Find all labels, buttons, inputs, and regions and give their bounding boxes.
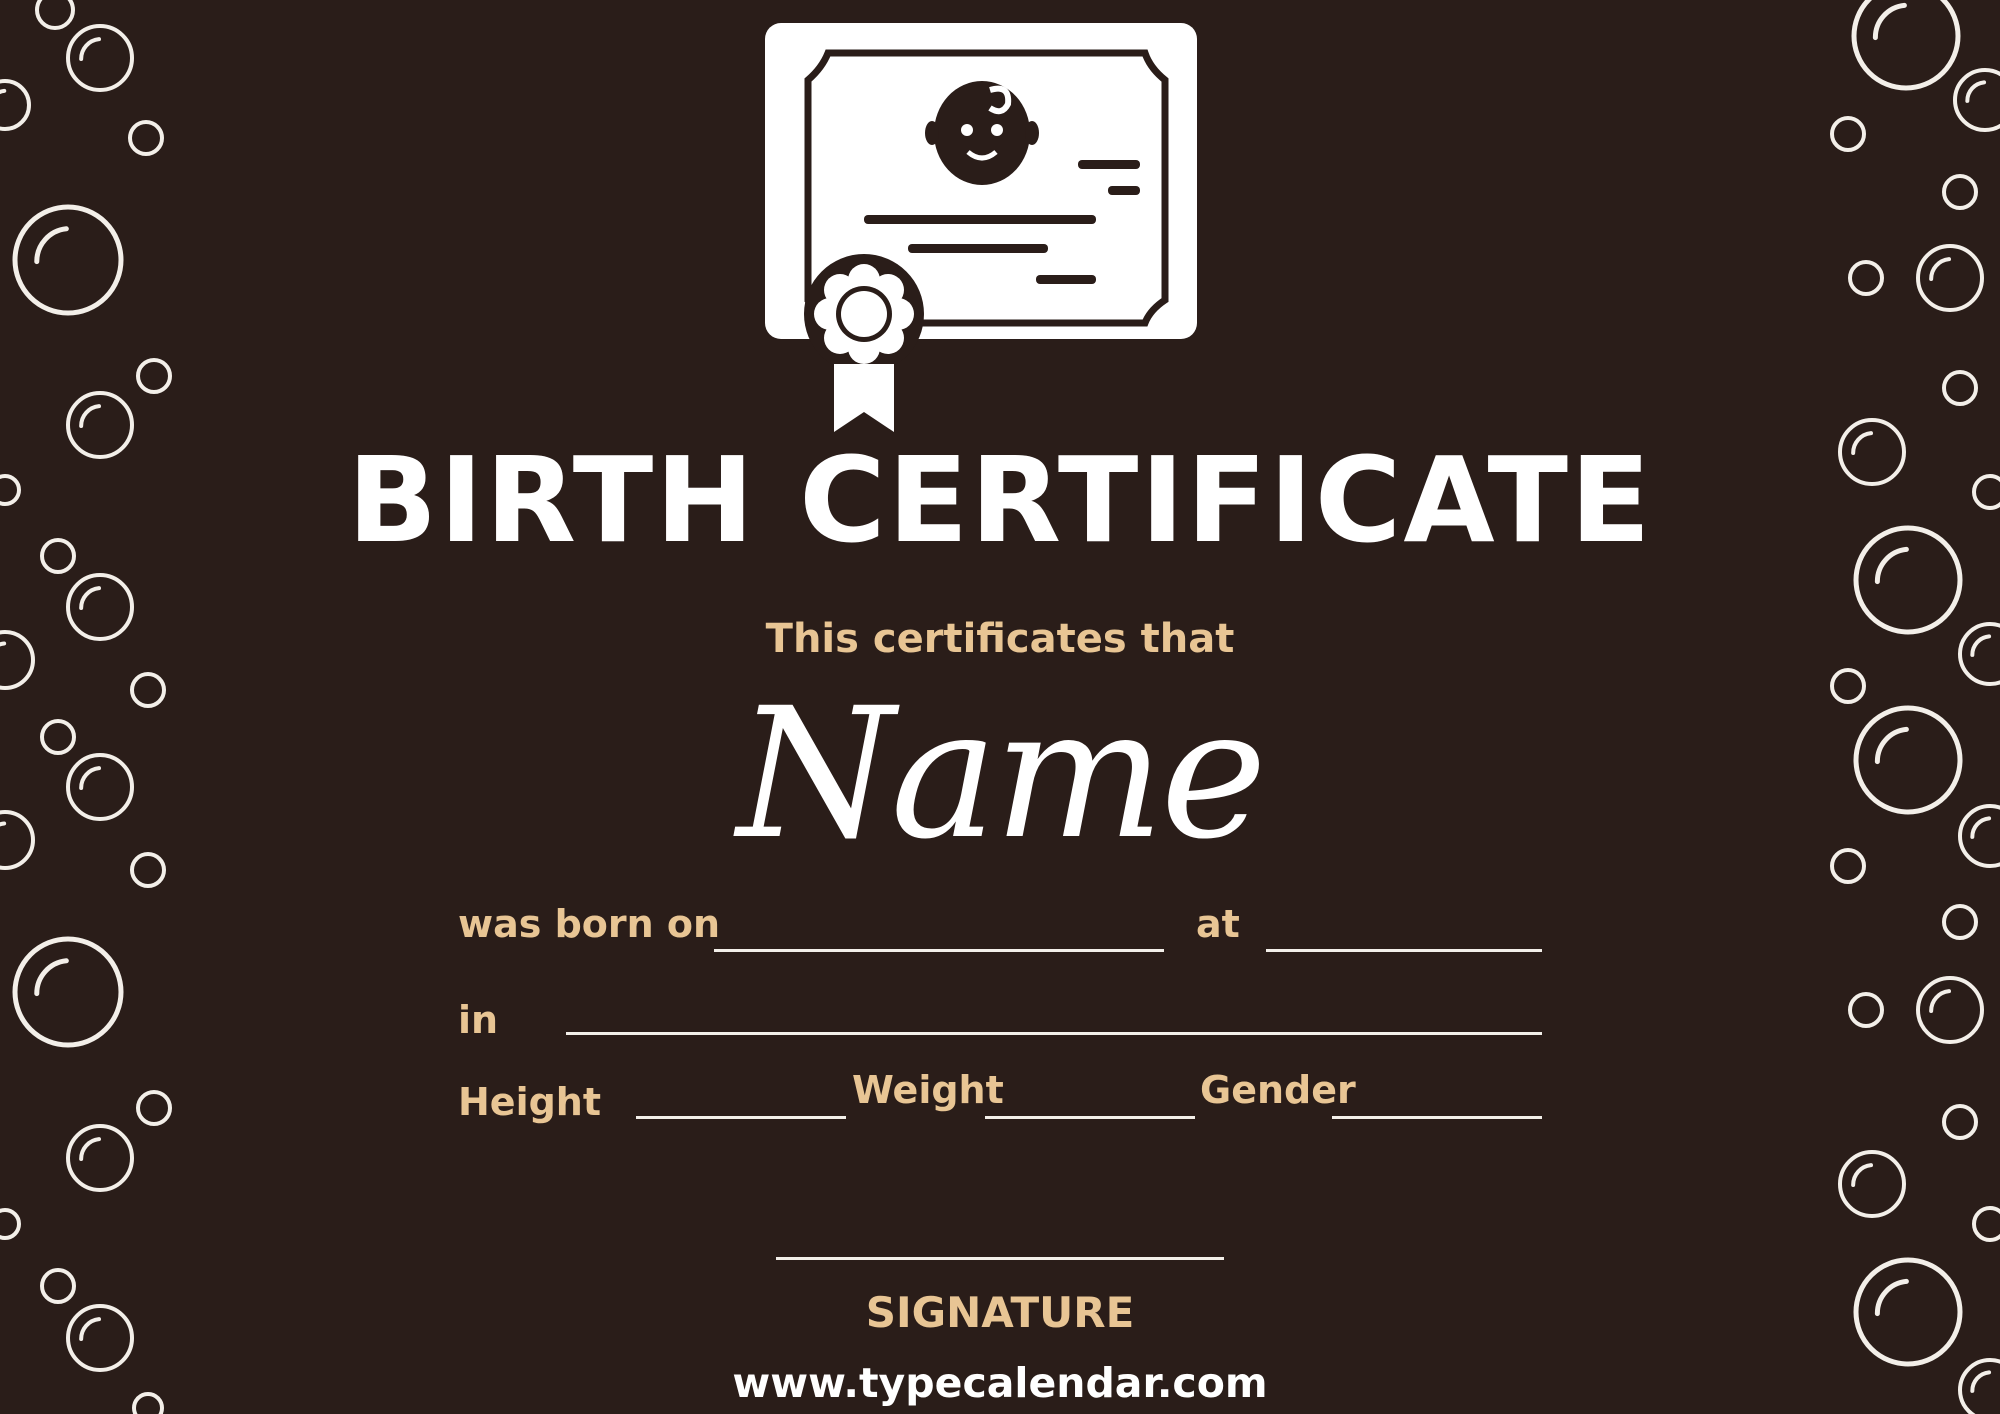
born-on-field-line[interactable] <box>714 949 1164 952</box>
height-label: Height <box>458 1080 602 1124</box>
bubble-icon <box>1916 976 1984 1044</box>
bubble-highlight <box>79 586 102 610</box>
bubble-icon <box>1972 1206 2000 1242</box>
at-label: at <box>1196 902 1240 946</box>
bubble-highlight <box>0 88 7 95</box>
name-placeholder: Name <box>736 670 1267 879</box>
certificate-subtitle: This certificates that <box>765 616 1235 662</box>
bubble-highlight <box>1965 80 1987 103</box>
bubble-icon <box>1942 904 1978 940</box>
in-label: in <box>458 998 499 1042</box>
bubble-highlight <box>1872 2 1907 41</box>
bubble-highlight <box>79 37 102 61</box>
bubble-highlight <box>1851 1163 1874 1187</box>
bubble-icon <box>1916 244 1984 312</box>
bubble-highlight <box>34 958 69 997</box>
at-field-line[interactable] <box>1266 949 1542 952</box>
bubble-highlight <box>79 1137 102 1161</box>
bubble-icon <box>1942 370 1978 406</box>
bubble-icon <box>1953 68 2000 132</box>
gender-field-line[interactable] <box>1332 1116 1542 1119</box>
weight-field-line[interactable] <box>985 1116 1195 1119</box>
bubble-icon <box>1848 260 1884 296</box>
bubble-highlight <box>1929 257 1952 281</box>
bubble-highlight <box>34 226 69 265</box>
bubble-icon <box>0 1208 21 1240</box>
bubble-highlight <box>79 404 102 428</box>
bubble-highlight <box>1929 989 1952 1013</box>
weight-label: Weight <box>852 1068 1004 1112</box>
bubble-icon <box>12 204 124 316</box>
bubble-icon <box>66 1124 134 1192</box>
website-url: www.typecalendar.com <box>732 1359 1268 1407</box>
bubble-icon <box>1942 174 1978 210</box>
bubble-icon <box>1830 116 1866 152</box>
certificate-title: BIRTH CERTIFICATE <box>347 431 1653 569</box>
bubble-icon <box>0 79 31 131</box>
bubble-icon <box>1851 0 1961 91</box>
height-field-line[interactable] <box>636 1116 846 1119</box>
bubble-icon <box>1838 1150 1906 1218</box>
bubble-icon <box>1942 1104 1978 1140</box>
bubble-icon <box>12 936 124 1048</box>
bubble-icon <box>128 120 164 156</box>
born-on-label: was born on <box>458 902 721 946</box>
bubble-icon <box>136 358 172 394</box>
bubble-icon <box>35 0 75 30</box>
certificate-baby-icon <box>765 23 1197 432</box>
bubble-icon <box>136 1090 172 1126</box>
signature-label: SIGNATURE <box>865 1288 1135 1337</box>
place-field-line[interactable] <box>566 1032 1542 1035</box>
gender-label: Gender <box>1200 1068 1356 1112</box>
signature-line[interactable] <box>776 1257 1224 1260</box>
bubble-icon <box>66 24 134 92</box>
bubble-icon <box>1848 992 1884 1028</box>
